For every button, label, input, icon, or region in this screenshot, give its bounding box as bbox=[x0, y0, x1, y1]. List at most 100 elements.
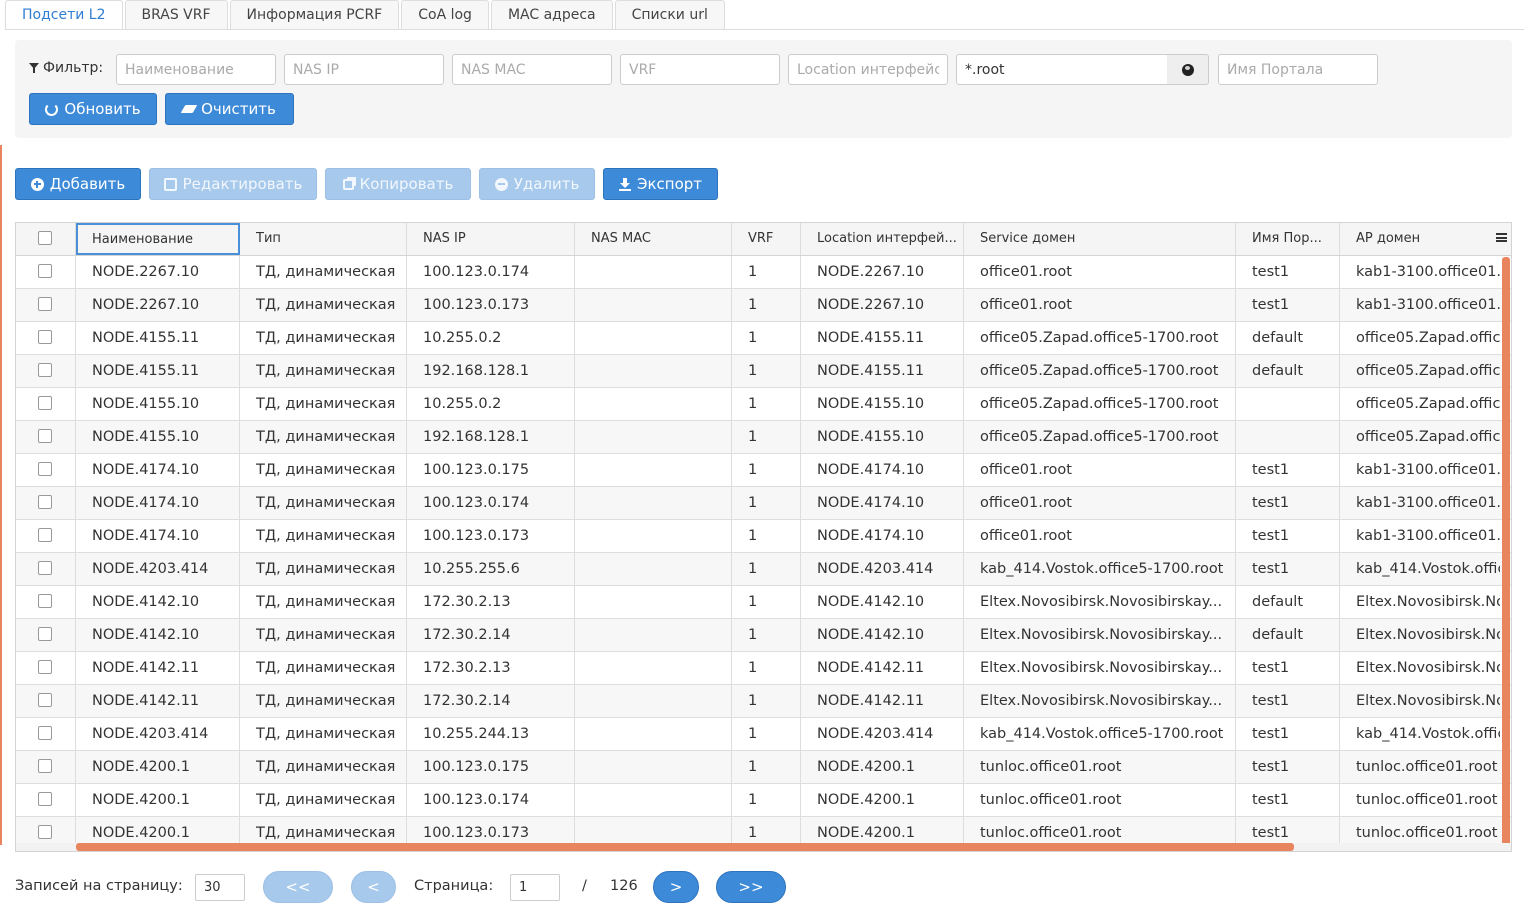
column-header-name[interactable]: Наименование bbox=[76, 223, 240, 255]
cell-type: ТД, динамическая bbox=[240, 388, 407, 420]
domain-filter-input[interactable] bbox=[956, 54, 1168, 85]
name-filter-input[interactable] bbox=[116, 54, 276, 85]
column-header-location[interactable]: Location интерфей... bbox=[801, 223, 964, 255]
cell-type: ТД, динамическая bbox=[240, 487, 407, 519]
nas-mac-filter-input[interactable] bbox=[452, 54, 612, 85]
tab-coa-log[interactable]: CoA log bbox=[401, 0, 489, 30]
last-page-button[interactable]: >> bbox=[716, 871, 786, 903]
refresh-button[interactable]: Обновить bbox=[29, 93, 157, 125]
cell-service-domain: kab_414.Vostok.office5-1700.root bbox=[964, 718, 1236, 750]
column-header-vrf[interactable]: VRF bbox=[732, 223, 801, 255]
export-button[interactable]: Экспорт bbox=[603, 168, 718, 200]
subnets-grid: Наименование Тип NAS IP NAS MAC VRF Loca… bbox=[15, 222, 1512, 852]
table-row[interactable]: NODE.4174.10 ТД, динамическая 100.123.0.17… bbox=[16, 454, 1511, 487]
cell-vrf: 1 bbox=[732, 685, 801, 717]
row-checkbox[interactable] bbox=[38, 429, 52, 443]
vrf-filter-input[interactable] bbox=[620, 54, 780, 85]
row-checkbox[interactable] bbox=[38, 330, 52, 344]
column-header-service-domain[interactable]: Service домен bbox=[964, 223, 1236, 255]
prev-page-button[interactable]: < bbox=[351, 871, 396, 903]
table-row[interactable]: NODE.4203.414 ТД, динамическая 10.255.255.… bbox=[16, 553, 1511, 586]
minus-circle-icon bbox=[494, 177, 508, 191]
row-checkbox[interactable] bbox=[38, 726, 52, 740]
column-header-nas-mac[interactable]: NAS MAC bbox=[575, 223, 732, 255]
add-button[interactable]: Добавить bbox=[15, 168, 141, 200]
cell-name: NODE.4142.11 bbox=[76, 685, 240, 717]
row-checkbox[interactable] bbox=[38, 660, 52, 674]
location-filter-input[interactable] bbox=[788, 54, 948, 85]
column-header-ap-domain[interactable]: AP домен bbox=[1340, 223, 1500, 255]
row-checkbox[interactable] bbox=[38, 759, 52, 773]
row-checkbox[interactable] bbox=[38, 792, 52, 806]
table-row[interactable]: NODE.4174.10 ТД, динамическая 100.123.0.17… bbox=[16, 520, 1511, 553]
table-row[interactable]: NODE.4203.414 ТД, динамическая 10.255.244.… bbox=[16, 718, 1511, 751]
table-row[interactable]: NODE.4155.11 ТД, динамическая 10.255.0.2 1 N… bbox=[16, 322, 1511, 355]
cell-portal-name: test1 bbox=[1236, 256, 1340, 288]
table-row[interactable]: NODE.4142.11 ТД, динамическая 172.30.2.13 1… bbox=[16, 652, 1511, 685]
tab-pcrf-info[interactable]: Информация PCRF bbox=[229, 0, 400, 30]
table-row[interactable]: NODE.4142.10 ТД, динамическая 172.30.2.14 1… bbox=[16, 619, 1511, 652]
select-all-checkbox[interactable] bbox=[38, 231, 52, 245]
next-page-button[interactable]: > bbox=[653, 871, 699, 903]
cell-nas-ip: 10.255.0.2 bbox=[407, 322, 575, 354]
edit-button[interactable]: Редактировать bbox=[149, 168, 317, 200]
table-row[interactable]: NODE.4155.10 ТД, динамическая 192.168.128.… bbox=[16, 421, 1511, 454]
row-checkbox[interactable] bbox=[38, 528, 52, 542]
copy-button[interactable]: Копировать bbox=[325, 168, 471, 200]
column-header-type[interactable]: Тип bbox=[240, 223, 407, 255]
page-input[interactable] bbox=[510, 874, 560, 901]
row-checkbox[interactable] bbox=[38, 264, 52, 278]
cell-vrf: 1 bbox=[732, 586, 801, 618]
cell-portal-name: test1 bbox=[1236, 553, 1340, 585]
cell-type: ТД, динамическая bbox=[240, 718, 407, 750]
clear-button[interactable]: Очистить bbox=[165, 93, 294, 125]
row-select-cell bbox=[16, 586, 76, 618]
column-header-nas-ip[interactable]: NAS IP bbox=[407, 223, 575, 255]
first-page-button[interactable]: << bbox=[263, 871, 333, 903]
row-select-cell bbox=[16, 718, 76, 750]
column-header-portal-name[interactable]: Имя Пор... bbox=[1236, 223, 1340, 255]
table-row[interactable]: NODE.4200.1 ТД, динамическая 100.123.0.175… bbox=[16, 751, 1511, 784]
per-page-input[interactable] bbox=[195, 874, 245, 901]
download-icon bbox=[618, 177, 631, 191]
row-checkbox[interactable] bbox=[38, 825, 52, 839]
cell-portal-name: test1 bbox=[1236, 520, 1340, 552]
cell-location: NODE.4203.414 bbox=[801, 553, 964, 585]
row-checkbox[interactable] bbox=[38, 627, 52, 641]
row-checkbox[interactable] bbox=[38, 396, 52, 410]
nas-ip-filter-input[interactable] bbox=[284, 54, 444, 85]
horizontal-scrollbar[interactable] bbox=[76, 843, 1294, 851]
row-checkbox[interactable] bbox=[38, 594, 52, 608]
row-checkbox[interactable] bbox=[38, 462, 52, 476]
row-checkbox[interactable] bbox=[38, 693, 52, 707]
table-row[interactable]: NODE.4142.10 ТД, динамическая 172.30.2.13 1… bbox=[16, 586, 1511, 619]
vertical-scrollbar[interactable] bbox=[1502, 257, 1510, 847]
row-checkbox[interactable] bbox=[38, 363, 52, 377]
column-menu-icon[interactable] bbox=[1496, 233, 1507, 242]
row-checkbox[interactable] bbox=[38, 297, 52, 311]
table-row[interactable]: NODE.2267.10 ТД, динамическая 100.123.0.17… bbox=[16, 289, 1511, 322]
cell-ap-domain: tunloc.office01.root bbox=[1356, 792, 1498, 808]
cell-ap-domain: kab_414.Vostok.offic... bbox=[1356, 561, 1500, 577]
cell-nas-ip: 10.255.244.13 bbox=[407, 718, 575, 750]
cell-location: NODE.4200.1 bbox=[801, 751, 964, 783]
tab-url-lists[interactable]: Списки url bbox=[614, 0, 725, 30]
row-checkbox[interactable] bbox=[38, 495, 52, 509]
table-row[interactable]: NODE.4142.11 ТД, динамическая 172.30.2.14 1… bbox=[16, 685, 1511, 718]
cell-nas-mac bbox=[575, 289, 732, 321]
table-row[interactable]: NODE.4155.10 ТД, динамическая 10.255.0.2 1 N… bbox=[16, 388, 1511, 421]
delete-button[interactable]: Удалить bbox=[479, 168, 595, 200]
domain-picker-button[interactable] bbox=[1167, 54, 1209, 85]
row-checkbox[interactable] bbox=[38, 561, 52, 575]
clear-button-label: Очистить bbox=[201, 100, 276, 118]
cell-service-domain: kab_414.Vostok.office5-1700.root bbox=[964, 553, 1236, 585]
tab-l2-subnets[interactable]: Подсети L2 bbox=[5, 0, 123, 30]
table-row[interactable]: NODE.4200.1 ТД, динамическая 100.123.0.174… bbox=[16, 784, 1511, 817]
tab-mac-addresses[interactable]: MAC адреса bbox=[490, 0, 613, 30]
table-row[interactable]: NODE.4155.11 ТД, динамическая 192.168.128.… bbox=[16, 355, 1511, 388]
delete-button-label: Удалить bbox=[513, 175, 580, 193]
table-row[interactable]: NODE.2267.10 ТД, динамическая 100.123.0.17… bbox=[16, 256, 1511, 289]
table-row[interactable]: NODE.4174.10 ТД, динамическая 100.123.0.17… bbox=[16, 487, 1511, 520]
portal-filter-input[interactable] bbox=[1218, 54, 1378, 85]
tab-bras-vrf[interactable]: BRAS VRF bbox=[124, 0, 228, 30]
